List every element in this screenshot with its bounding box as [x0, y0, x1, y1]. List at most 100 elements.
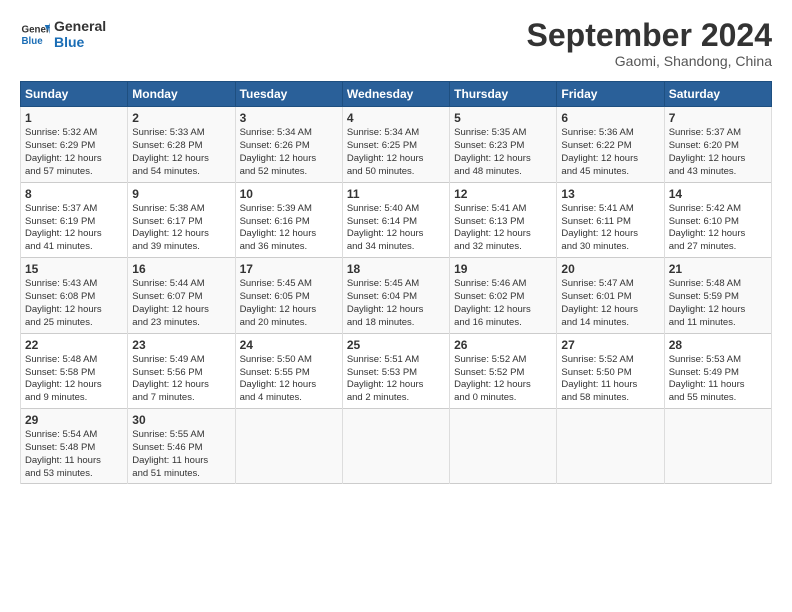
week-row-1: 1Sunrise: 5:32 AMSunset: 6:29 PMDaylight… [21, 107, 772, 182]
day-number: 2 [132, 110, 230, 126]
day-info-line: Daylight: 11 hours [669, 379, 767, 392]
day-number: 13 [561, 186, 659, 202]
day-number: 7 [669, 110, 767, 126]
day-cell: 1Sunrise: 5:32 AMSunset: 6:29 PMDaylight… [21, 107, 128, 182]
day-info-line: Daylight: 12 hours [132, 304, 230, 317]
day-info-line: Sunrise: 5:35 AM [454, 127, 552, 140]
header-saturday: Saturday [664, 82, 771, 107]
day-cell: 29Sunrise: 5:54 AMSunset: 5:48 PMDayligh… [21, 408, 128, 483]
day-info-line: Sunrise: 5:45 AM [347, 278, 445, 291]
day-cell: 20Sunrise: 5:47 AMSunset: 6:01 PMDayligh… [557, 258, 664, 333]
day-info-line: and 7 minutes. [132, 392, 230, 405]
location-subtitle: Gaomi, Shandong, China [527, 53, 772, 69]
logo-line2: Blue [54, 34, 106, 50]
day-info-line: Sunrise: 5:46 AM [454, 278, 552, 291]
day-info-line: Sunset: 6:28 PM [132, 140, 230, 153]
day-info-line: Daylight: 12 hours [240, 304, 338, 317]
day-number: 18 [347, 261, 445, 277]
day-cell: 5Sunrise: 5:35 AMSunset: 6:23 PMDaylight… [450, 107, 557, 182]
day-info-line: Sunrise: 5:41 AM [561, 203, 659, 216]
day-cell: 10Sunrise: 5:39 AMSunset: 6:16 PMDayligh… [235, 182, 342, 257]
header-thursday: Thursday [450, 82, 557, 107]
day-number: 4 [347, 110, 445, 126]
day-info-line: Sunset: 6:25 PM [347, 140, 445, 153]
day-info-line: Sunrise: 5:41 AM [454, 203, 552, 216]
day-info-line: Daylight: 12 hours [454, 153, 552, 166]
day-info-line: Sunrise: 5:55 AM [132, 429, 230, 442]
day-number: 15 [25, 261, 123, 277]
day-cell: 30Sunrise: 5:55 AMSunset: 5:46 PMDayligh… [128, 408, 235, 483]
calendar-table: SundayMondayTuesdayWednesdayThursdayFrid… [20, 81, 772, 484]
day-info-line: Sunrise: 5:32 AM [25, 127, 123, 140]
day-number: 28 [669, 337, 767, 353]
day-info-line: Sunrise: 5:36 AM [561, 127, 659, 140]
day-info-line: Sunset: 6:16 PM [240, 216, 338, 229]
week-row-5: 29Sunrise: 5:54 AMSunset: 5:48 PMDayligh… [21, 408, 772, 483]
day-number: 9 [132, 186, 230, 202]
day-number: 17 [240, 261, 338, 277]
day-cell: 16Sunrise: 5:44 AMSunset: 6:07 PMDayligh… [128, 258, 235, 333]
day-info-line: Sunrise: 5:34 AM [240, 127, 338, 140]
day-info-line: and 39 minutes. [132, 241, 230, 254]
day-info-line: and 20 minutes. [240, 317, 338, 330]
week-row-3: 15Sunrise: 5:43 AMSunset: 6:08 PMDayligh… [21, 258, 772, 333]
day-info-line: Sunset: 6:22 PM [561, 140, 659, 153]
day-number: 26 [454, 337, 552, 353]
day-info-line: Sunrise: 5:47 AM [561, 278, 659, 291]
day-cell: 19Sunrise: 5:46 AMSunset: 6:02 PMDayligh… [450, 258, 557, 333]
day-cell: 28Sunrise: 5:53 AMSunset: 5:49 PMDayligh… [664, 333, 771, 408]
day-info-line: Sunset: 6:02 PM [454, 291, 552, 304]
day-info-line: Sunrise: 5:44 AM [132, 278, 230, 291]
day-cell: 12Sunrise: 5:41 AMSunset: 6:13 PMDayligh… [450, 182, 557, 257]
header-wednesday: Wednesday [342, 82, 449, 107]
day-info-line: Daylight: 12 hours [25, 153, 123, 166]
day-info-line: and 27 minutes. [669, 241, 767, 254]
day-info-line: Sunset: 6:23 PM [454, 140, 552, 153]
day-cell: 23Sunrise: 5:49 AMSunset: 5:56 PMDayligh… [128, 333, 235, 408]
day-info-line: and 41 minutes. [25, 241, 123, 254]
day-cell: 9Sunrise: 5:38 AMSunset: 6:17 PMDaylight… [128, 182, 235, 257]
day-info-line: Sunset: 6:04 PM [347, 291, 445, 304]
day-info-line: Sunset: 6:01 PM [561, 291, 659, 304]
day-cell: 21Sunrise: 5:48 AMSunset: 5:59 PMDayligh… [664, 258, 771, 333]
day-cell [664, 408, 771, 483]
day-info-line: and 48 minutes. [454, 166, 552, 179]
day-info-line: Sunset: 6:11 PM [561, 216, 659, 229]
day-cell: 11Sunrise: 5:40 AMSunset: 6:14 PMDayligh… [342, 182, 449, 257]
day-info-line: Daylight: 12 hours [132, 379, 230, 392]
day-info-line: and 34 minutes. [347, 241, 445, 254]
day-number: 5 [454, 110, 552, 126]
day-cell [342, 408, 449, 483]
day-info-line: Daylight: 12 hours [561, 153, 659, 166]
day-info-line: Daylight: 12 hours [347, 153, 445, 166]
day-info-line: Sunset: 5:58 PM [25, 367, 123, 380]
day-info-line: Sunset: 6:14 PM [347, 216, 445, 229]
title-block: September 2024 Gaomi, Shandong, China [527, 18, 772, 69]
day-info-line: Daylight: 12 hours [132, 228, 230, 241]
week-row-4: 22Sunrise: 5:48 AMSunset: 5:58 PMDayligh… [21, 333, 772, 408]
day-cell: 14Sunrise: 5:42 AMSunset: 6:10 PMDayligh… [664, 182, 771, 257]
day-info-line: and 32 minutes. [454, 241, 552, 254]
day-cell: 22Sunrise: 5:48 AMSunset: 5:58 PMDayligh… [21, 333, 128, 408]
day-number: 25 [347, 337, 445, 353]
day-info-line: Sunrise: 5:52 AM [454, 354, 552, 367]
day-info-line: Sunrise: 5:53 AM [669, 354, 767, 367]
day-info-line: Sunrise: 5:42 AM [669, 203, 767, 216]
day-cell: 7Sunrise: 5:37 AMSunset: 6:20 PMDaylight… [664, 107, 771, 182]
day-info-line: and 0 minutes. [454, 392, 552, 405]
day-number: 16 [132, 261, 230, 277]
day-number: 6 [561, 110, 659, 126]
day-cell [235, 408, 342, 483]
day-info-line: Sunset: 5:50 PM [561, 367, 659, 380]
day-info-line: Daylight: 12 hours [561, 304, 659, 317]
day-info-line: and 53 minutes. [25, 468, 123, 481]
day-cell: 26Sunrise: 5:52 AMSunset: 5:52 PMDayligh… [450, 333, 557, 408]
day-number: 29 [25, 412, 123, 428]
day-info-line: Daylight: 12 hours [132, 153, 230, 166]
day-info-line: Sunset: 5:53 PM [347, 367, 445, 380]
day-info-line: and 30 minutes. [561, 241, 659, 254]
day-info-line: Sunset: 6:26 PM [240, 140, 338, 153]
day-number: 11 [347, 186, 445, 202]
day-info-line: Daylight: 12 hours [347, 379, 445, 392]
day-info-line: and 9 minutes. [25, 392, 123, 405]
